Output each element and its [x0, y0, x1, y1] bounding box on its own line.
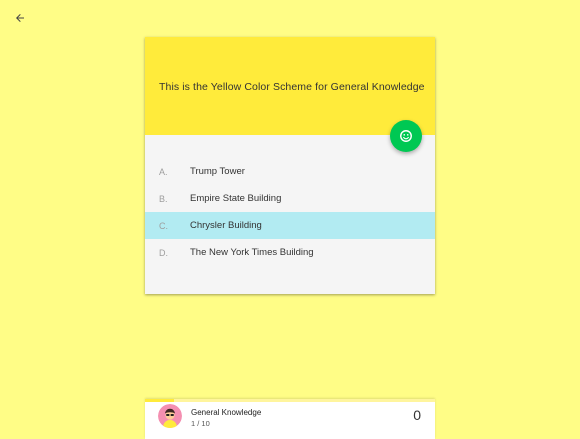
option-b[interactable]: B. Empire State Building — [145, 185, 435, 212]
smiley-icon — [400, 130, 412, 142]
arrow-left-icon — [16, 14, 24, 22]
answer-options: A. Trump Tower B. Empire State Building … — [145, 158, 435, 266]
option-text: The New York Times Building — [190, 247, 314, 258]
avatar — [158, 404, 182, 428]
option-d[interactable]: D. The New York Times Building — [145, 239, 435, 266]
feedback-button[interactable] — [390, 120, 422, 152]
progress-fill — [145, 399, 174, 402]
option-letter: C. — [159, 220, 168, 231]
status-bar: General Knowledge 1 / 10 0 — [145, 399, 435, 439]
option-letter: A. — [159, 166, 168, 177]
progress-bar — [145, 399, 435, 402]
category-label: General Knowledge — [191, 408, 262, 417]
option-text: Chrysler Building — [190, 220, 262, 231]
option-a[interactable]: A. Trump Tower — [145, 158, 435, 185]
avatar-icon — [158, 404, 182, 428]
question-text: This is the Yellow Color Scheme for Gene… — [159, 81, 425, 93]
option-text: Empire State Building — [190, 193, 282, 204]
option-text: Trump Tower — [190, 166, 245, 177]
option-letter: B. — [159, 193, 168, 204]
score: 0 — [413, 407, 421, 423]
option-c[interactable]: C. Chrysler Building — [145, 212, 435, 239]
question-progress: 1 / 10 — [191, 419, 210, 428]
back-button[interactable] — [10, 8, 30, 28]
question-header: This is the Yellow Color Scheme for Gene… — [145, 37, 435, 152]
option-letter: D. — [159, 247, 168, 258]
question-card: This is the Yellow Color Scheme for Gene… — [145, 37, 435, 294]
